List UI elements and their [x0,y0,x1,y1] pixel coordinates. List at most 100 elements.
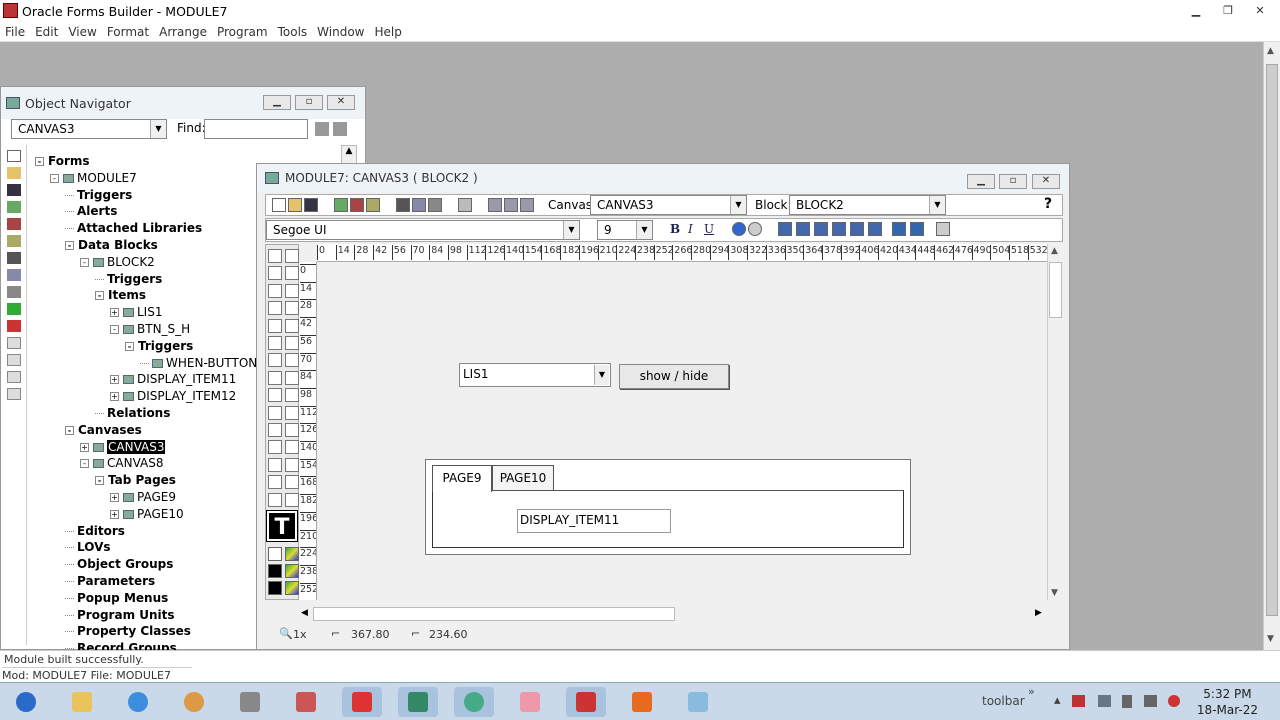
forms-icon[interactable] [342,687,382,717]
stacked-canvas-tool-icon[interactable] [268,475,282,490]
italic-icon[interactable]: I [688,222,693,236]
debug-icon[interactable] [7,218,21,230]
line-color-icon[interactable] [268,564,282,578]
chevron-down-icon[interactable]: ▼ [563,221,579,239]
start-button[interactable] [4,687,48,717]
help-icon[interactable]: ? [1044,196,1052,212]
device-icon[interactable] [1122,695,1132,708]
radio-tool-icon[interactable] [268,388,282,403]
chevron-down-icon[interactable]: ▼ [150,120,166,138]
rotate-tool-icon[interactable] [285,249,299,263]
tree-node[interactable]: Relations [95,405,170,422]
zoom-in-icon[interactable] [732,222,746,236]
rounded-rect-tool-icon[interactable] [268,336,282,350]
lis1-list-item[interactable]: LIS1 ▼ [459,363,611,387]
tree-node[interactable]: Property Classes [65,623,191,640]
scroll-down-icon[interactable]: ▼ [1051,588,1058,598]
select-tool-icon[interactable] [268,249,282,263]
frame-tool-icon[interactable] [285,353,299,368]
canvas-horizontal-scrollbar[interactable]: ◀ ▶ [299,606,1047,622]
chevron-down-icon[interactable]: ▼ [929,196,945,214]
expand-node-icon[interactable]: + [110,308,119,318]
image-tool-icon[interactable] [268,405,282,420]
menu-tools[interactable]: Tools [278,25,308,39]
cut-icon[interactable] [396,198,410,212]
save-icon[interactable] [304,198,318,212]
collapse-node-icon[interactable]: - [95,291,104,301]
align-top-icon[interactable] [832,222,846,236]
send-back-icon[interactable] [910,222,924,236]
pl-sql-icon[interactable] [520,198,534,212]
text-tool-icon[interactable] [268,353,282,368]
tree-node[interactable]: Program Units [65,607,175,624]
tree-node[interactable]: LOVs [65,539,111,556]
tree-node[interactable]: - Forms [35,153,90,170]
expand-node-icon[interactable]: + [110,375,119,385]
collapse-node-icon[interactable]: - [50,173,59,183]
layout-icon[interactable] [504,198,518,212]
text-item-tool-icon[interactable] [285,388,299,403]
ellipse-tool-icon[interactable] [268,301,282,316]
tree-node[interactable]: - CANVAS8 [80,455,163,472]
tree-node[interactable]: - Items [95,287,146,304]
add-icon[interactable] [7,303,21,315]
navigator-maximize-button[interactable]: ▫ [295,95,323,110]
debug-icon[interactable] [350,198,364,212]
navigator-object-combo[interactable]: CANVAS3 ▼ [11,119,167,139]
chart-tool-icon[interactable] [285,405,299,420]
scroll-left-icon[interactable]: ◀ [301,608,308,618]
navigator-close-button[interactable]: ✕ [327,95,355,110]
collapse-icon[interactable] [7,354,21,366]
save-icon[interactable] [7,184,21,196]
scroll-up-icon[interactable]: ▲ [1267,46,1274,56]
explorer-icon[interactable] [62,687,102,717]
restore-button[interactable]: ❐ [1215,3,1241,19]
collapse-node-icon[interactable]: - [110,325,119,334]
tree-node[interactable]: - Data Blocks [65,237,158,254]
tree-node[interactable]: Popup Menus [65,590,168,607]
scroll-down-icon[interactable]: ▼ [1267,634,1274,644]
scroll-thumb[interactable] [1049,262,1062,318]
align-middle-icon[interactable] [850,222,864,236]
chevron-down-icon[interactable]: ▼ [594,365,609,385]
tree-node[interactable]: - Canvases [65,422,142,439]
display-item11[interactable]: DISPLAY_ITEM11 [517,509,671,533]
font-select[interactable]: Segoe UI ▼ [266,220,580,240]
orange-app-icon[interactable] [622,687,662,717]
menu-program[interactable]: Program [217,25,268,39]
show-hide-button[interactable]: show / hide [619,364,729,389]
run-icon[interactable] [7,201,21,213]
toolbar-label[interactable]: toolbar [982,694,1025,708]
tab-canvas[interactable]: PAGE9 PAGE10 DISPLAY_ITEM11 [425,459,911,555]
tree-node[interactable]: + PAGE10 [110,506,184,523]
open-icon[interactable] [288,198,302,212]
expand-node-icon[interactable]: + [80,442,89,452]
tree-node[interactable]: + LIS1 [110,304,162,321]
align-right-icon[interactable] [814,222,828,236]
tree-node[interactable]: - BTN_S_H [110,321,190,338]
tree-node[interactable]: - Triggers [125,338,193,355]
group-icon[interactable] [936,222,950,236]
polygon-tool-icon[interactable] [268,318,282,333]
scroll-thumb[interactable] [1266,64,1278,616]
tree-node[interactable]: Triggers [65,187,132,204]
hierarchical-tree-tool-icon[interactable] [285,457,299,472]
copy-icon[interactable] [7,269,21,281]
tree-node[interactable]: Object Groups [65,556,173,573]
undo-icon[interactable] [458,198,472,212]
minimize-button[interactable]: ▁ [1183,3,1209,19]
collapse-node-icon[interactable]: - [80,257,89,267]
font-size-select[interactable]: 9 ▼ [597,220,653,240]
freehand-tool-icon[interactable] [285,336,299,350]
tree-node[interactable]: WHEN-BUTTON- [140,355,262,372]
tree-node[interactable]: + DISPLAY_ITEM11 [110,371,236,388]
paste-icon[interactable] [428,198,442,212]
chevron-down-icon[interactable]: ▼ [636,221,652,239]
underline-icon[interactable]: U [704,222,714,236]
tab-canvas-tool-icon[interactable] [285,475,299,490]
collapse-node-icon[interactable]: - [125,341,134,351]
bring-front-icon[interactable] [892,222,906,236]
tree-node[interactable]: - BLOCK2 [80,254,155,271]
notes-icon[interactable] [566,687,606,717]
network-icon[interactable] [1144,695,1157,707]
